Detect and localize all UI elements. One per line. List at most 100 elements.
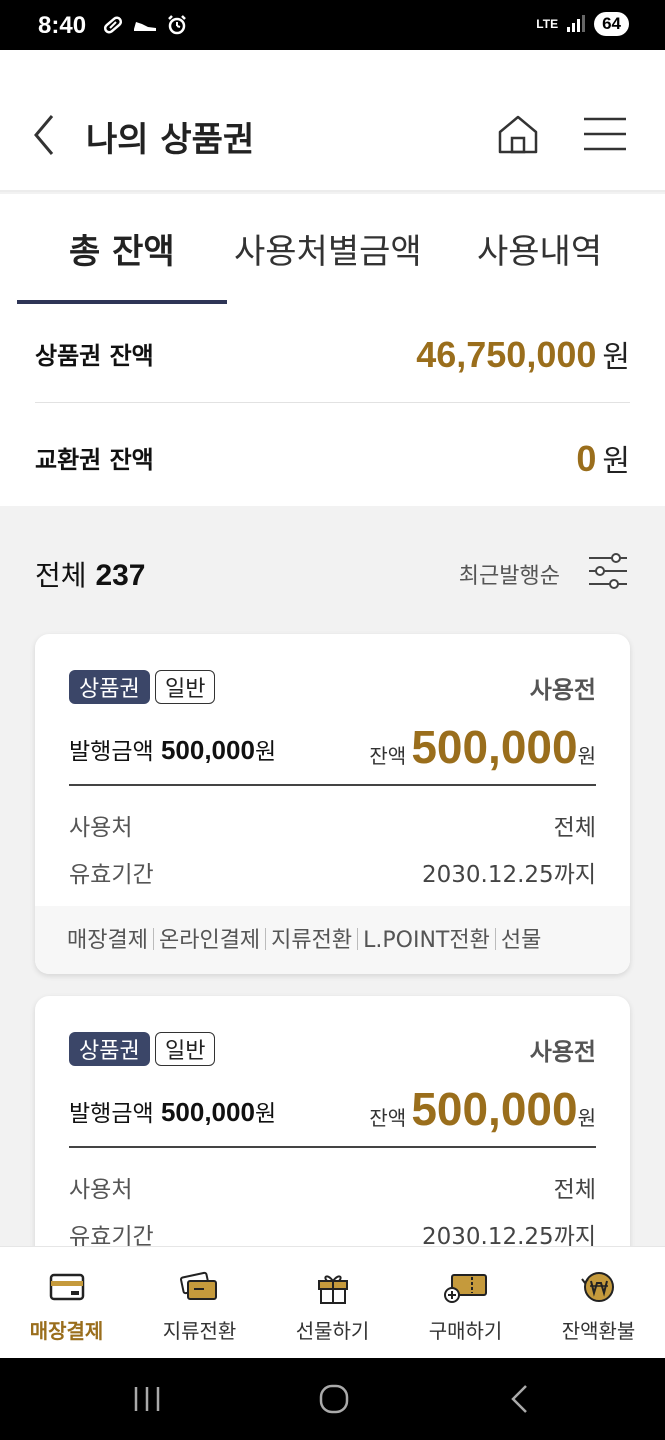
issue-value: 500,000 bbox=[160, 1097, 255, 1127]
voucher-balance-row: 상품권 잔액 46,750,000 원 bbox=[35, 304, 630, 404]
status-label: 사용전 bbox=[529, 676, 596, 704]
nav-store-payment[interactable]: 매장결제 bbox=[0, 1269, 133, 1344]
alarm-icon bbox=[168, 15, 186, 35]
validity-label: 유효기간 bbox=[69, 862, 154, 888]
home-icon[interactable] bbox=[496, 112, 540, 156]
exchange-balance-value: 0 bbox=[576, 438, 597, 479]
remain-value: 500,000 bbox=[411, 1083, 578, 1135]
divider bbox=[69, 784, 596, 786]
issue-unit: 원 bbox=[254, 1101, 277, 1127]
card-payment-icon bbox=[49, 1273, 84, 1301]
type-badge: 상품권 bbox=[69, 670, 150, 704]
remaining-amount: 잔액 500,000원 bbox=[369, 1082, 596, 1136]
type-badge: 상품권 bbox=[69, 1032, 150, 1066]
separator bbox=[494, 928, 496, 950]
system-navigation-bar bbox=[0, 1358, 665, 1440]
remain-label: 잔액 bbox=[369, 1106, 407, 1130]
list-header: 전체 237 최근발행순 bbox=[35, 548, 630, 598]
back-icon[interactable] bbox=[28, 112, 60, 158]
voucher-actions: 매장결제 온라인결제 지류전환 L.POINT전환 선물 bbox=[35, 906, 630, 974]
won-refund-icon bbox=[580, 1272, 614, 1302]
issue-value: 500,000 bbox=[160, 735, 255, 765]
tab-usage-history[interactable]: 사용내역 bbox=[477, 224, 602, 273]
remain-value: 500,000 bbox=[411, 721, 578, 773]
issue-unit: 원 bbox=[254, 739, 277, 765]
total-count-value: 237 bbox=[95, 559, 146, 592]
page-title: 나의 상품권 bbox=[86, 120, 255, 160]
bottom-navigation: 매장결제 지류전환 선물하기 구매하기 잔액환불 bbox=[0, 1246, 665, 1358]
usage-place-row: 사용처 전체 bbox=[69, 808, 596, 842]
nav-paper-conversion-label: 지류전환 bbox=[162, 1319, 237, 1343]
exchange-balance-row: 교환권 잔액 0원 bbox=[35, 408, 630, 508]
nav-balance-refund[interactable]: 잔액환불 bbox=[532, 1269, 665, 1344]
nav-gift-label: 선물하기 bbox=[295, 1319, 370, 1343]
nav-gift[interactable]: 선물하기 bbox=[266, 1269, 399, 1344]
total-label: 전체 bbox=[35, 559, 87, 592]
voucher-balance-amount: 46,750,000 원 bbox=[416, 332, 630, 376]
sort-dropdown[interactable]: 최근발행순 bbox=[459, 558, 560, 590]
status-bar: 8:40 LTE 64 bbox=[0, 0, 665, 50]
divider bbox=[69, 1146, 596, 1148]
validity-row: 유효기간 2030.12.25까지 bbox=[69, 855, 596, 889]
action-lpoint-conversion[interactable]: L.POINT전환 bbox=[363, 928, 490, 953]
tab-bar: 총 잔액 사용처별금액 사용내역 bbox=[0, 194, 665, 304]
total-count: 전체 237 bbox=[35, 554, 146, 594]
back-button-icon[interactable] bbox=[508, 1383, 532, 1415]
nav-balance-refund-label: 잔액환불 bbox=[561, 1319, 636, 1343]
network-label: LTE bbox=[536, 16, 559, 31]
voucher-balance-unit: 원 bbox=[602, 340, 630, 375]
pill-icon bbox=[103, 16, 123, 34]
usage-place-value: 전체 bbox=[553, 815, 596, 841]
exchange-balance-unit: 원 bbox=[602, 444, 630, 479]
exchange-balance-amount: 0원 bbox=[576, 436, 630, 480]
usage-place-label: 사용처 bbox=[69, 1177, 133, 1203]
voucher-balance-value: 46,750,000 bbox=[416, 334, 597, 375]
remain-unit: 원 bbox=[577, 744, 596, 768]
issue-amount: 발행금액 500,000원 bbox=[69, 1094, 276, 1128]
status-label: 사용전 bbox=[529, 1038, 596, 1066]
divider bbox=[35, 402, 630, 403]
nav-store-payment-label: 매장결제 bbox=[29, 1319, 104, 1343]
usage-place-label: 사용처 bbox=[69, 815, 133, 841]
usage-place-value: 전체 bbox=[553, 1177, 596, 1203]
nav-paper-conversion[interactable]: 지류전환 bbox=[133, 1269, 266, 1344]
signal-icon bbox=[567, 15, 586, 32]
remain-unit: 원 bbox=[577, 1106, 596, 1130]
remain-label: 잔액 bbox=[369, 744, 407, 768]
separator bbox=[152, 928, 154, 950]
tab-by-usage-place[interactable]: 사용처별금액 bbox=[234, 224, 422, 273]
shoe-icon bbox=[134, 22, 156, 31]
status-time: 8:40 bbox=[38, 12, 87, 39]
remaining-amount: 잔액 500,000원 bbox=[369, 720, 596, 774]
action-paper-conversion[interactable]: 지류전환 bbox=[271, 928, 352, 953]
status-right: LTE 64 bbox=[536, 12, 629, 36]
separator bbox=[357, 928, 359, 950]
battery-indicator: 64 bbox=[594, 12, 629, 36]
issue-label: 발행금액 bbox=[69, 1101, 154, 1127]
action-gift[interactable]: 선물 bbox=[501, 928, 541, 953]
home-button-icon[interactable] bbox=[318, 1383, 350, 1415]
status-icons bbox=[102, 14, 188, 36]
ticket-purchase-icon bbox=[443, 1274, 487, 1303]
action-online-payment[interactable]: 온라인결제 bbox=[159, 928, 260, 953]
action-store-payment[interactable]: 매장결제 bbox=[67, 928, 148, 953]
issue-label: 발행금액 bbox=[69, 739, 154, 765]
nav-purchase[interactable]: 구매하기 bbox=[399, 1269, 532, 1344]
voucher-balance-label: 상품권 잔액 bbox=[35, 342, 154, 370]
paper-voucher-icon bbox=[179, 1271, 217, 1300]
recent-apps-icon[interactable] bbox=[132, 1384, 162, 1414]
filter-sliders-icon[interactable] bbox=[588, 552, 628, 590]
kind-badge: 일반 bbox=[155, 670, 216, 704]
exchange-balance-label: 교환권 잔액 bbox=[35, 446, 154, 474]
tab-total-balance[interactable]: 총 잔액 bbox=[69, 224, 175, 273]
voucher-card[interactable]: 상품권 일반 사용전 발행금액 500,000원 잔액 500,000원 사용처… bbox=[35, 634, 630, 974]
menu-icon[interactable] bbox=[584, 116, 626, 152]
issue-amount: 발행금액 500,000원 bbox=[69, 732, 276, 766]
balance-summary: 상품권 잔액 46,750,000 원 교환권 잔액 0원 bbox=[0, 304, 665, 506]
validity-value: 2030.12.25까지 bbox=[421, 862, 596, 888]
app-header: 나의 상품권 bbox=[0, 50, 665, 192]
nav-purchase-label: 구매하기 bbox=[428, 1319, 503, 1343]
gift-icon bbox=[317, 1275, 348, 1304]
kind-badge: 일반 bbox=[155, 1032, 216, 1066]
usage-place-row: 사용처 전체 bbox=[69, 1170, 596, 1204]
